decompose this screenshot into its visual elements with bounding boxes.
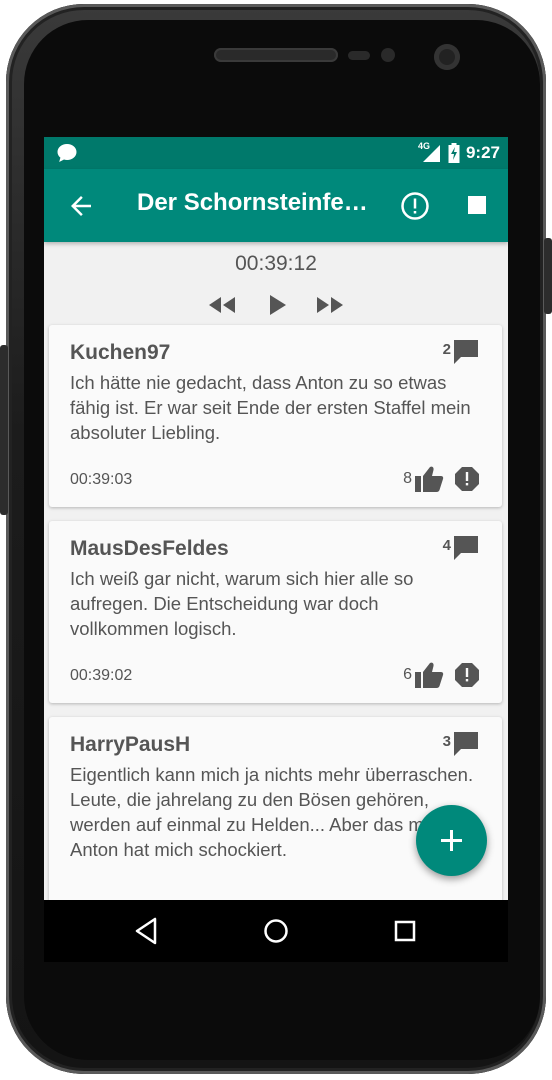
playback-time: 00:39:12 <box>235 252 317 275</box>
thumbs-up-icon[interactable] <box>414 465 444 493</box>
replies-button[interactable]: 3 <box>443 731 480 757</box>
proximity-sensor <box>348 51 370 60</box>
earpiece-speaker <box>214 48 338 62</box>
comment-icon <box>454 732 478 756</box>
status-indicators: 4G 9:27 <box>418 141 500 163</box>
status-bar: 4G 9:27 <box>44 137 508 169</box>
report-icon[interactable] <box>454 466 480 492</box>
reply-count: 4 <box>442 537 451 554</box>
replies-button[interactable]: 4 <box>443 535 480 561</box>
nav-back-icon[interactable] <box>131 915 163 947</box>
report-alert-icon[interactable] <box>400 191 430 221</box>
like-count: 8 <box>403 470 412 487</box>
page-title: Der Schornsteinfe… <box>137 189 368 216</box>
add-comment-button[interactable] <box>416 805 487 876</box>
signal-icon: 4G <box>418 141 442 163</box>
comment-icon <box>454 536 478 560</box>
clock: 9:27 <box>465 143 500 162</box>
player-controls <box>204 290 354 320</box>
comment-timestamp[interactable]: 00:39:03 <box>70 471 132 489</box>
comment-timestamp[interactable]: 00:39:02 <box>70 667 132 685</box>
comment-feed[interactable]: 00:39:12 Kuchen97 2 Ich hätte nie gedach… <box>44 242 508 900</box>
comment-username[interactable]: Kuchen97 <box>70 341 170 365</box>
comment-text: Ich hätte nie gedacht, dass Anton zu so … <box>70 372 471 443</box>
comment-card[interactable]: Kuchen97 2 Ich hätte nie gedacht, dass A… <box>49 325 502 507</box>
chat-bubble-icon <box>57 144 77 162</box>
power-button <box>544 238 552 314</box>
comment-icon <box>454 340 478 364</box>
nav-home-icon[interactable] <box>260 915 292 947</box>
back-arrow-icon[interactable] <box>66 191 96 221</box>
system-navigation-bar <box>44 900 508 962</box>
reply-count: 2 <box>442 341 451 358</box>
add-icon <box>441 830 462 851</box>
comment-actions: 8 <box>403 465 480 493</box>
light-sensor <box>381 48 395 62</box>
report-icon[interactable] <box>454 662 480 688</box>
play-icon[interactable] <box>260 290 296 320</box>
comment-card[interactable]: MausDesFeldes 4 Ich weiß gar nicht, waru… <box>49 521 502 703</box>
comment-username[interactable]: HarryPausH <box>70 733 190 757</box>
comment-actions: 6 <box>403 661 480 689</box>
app-toolbar: Der Schornsteinfe… <box>44 169 508 242</box>
comment-text: Eigentlich kann mich ja nichts mehr über… <box>70 764 474 860</box>
rewind-icon[interactable] <box>204 290 240 320</box>
front-camera <box>434 44 460 70</box>
stop-icon[interactable] <box>468 196 486 214</box>
like-count: 6 <box>403 666 412 683</box>
volume-button <box>0 345 8 515</box>
comment-username[interactable]: MausDesFeldes <box>70 537 229 561</box>
reply-count: 3 <box>442 733 451 750</box>
fast-forward-icon[interactable] <box>312 290 348 320</box>
thumbs-up-icon[interactable] <box>414 661 444 689</box>
nav-recents-icon[interactable] <box>389 915 421 947</box>
battery-charging-icon <box>448 143 460 163</box>
screen: 4G 9:27 Der Schornsteinfe… 00:39:12 Kuch… <box>44 137 508 962</box>
comment-text: Ich weiß gar nicht, warum sich hier alle… <box>70 568 414 639</box>
replies-button[interactable]: 2 <box>443 339 480 365</box>
